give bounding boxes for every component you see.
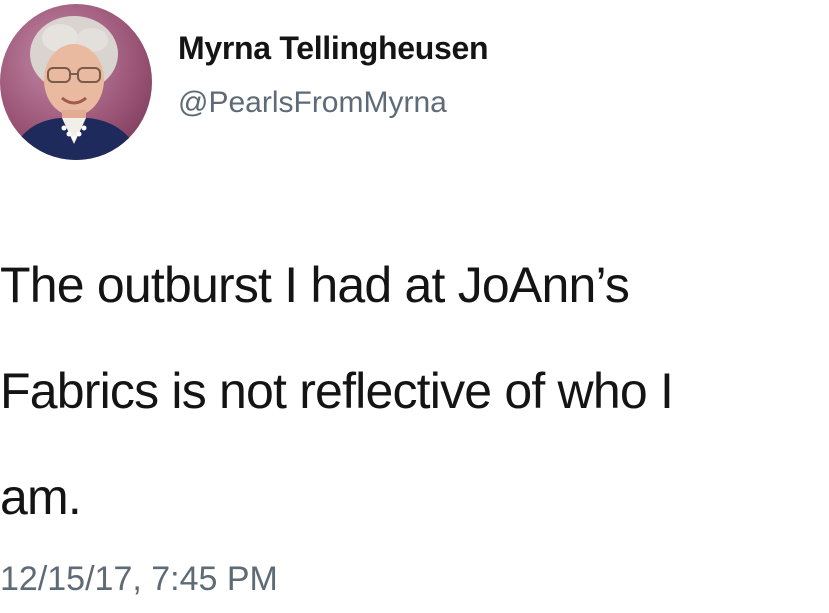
avatar[interactable]: [0, 4, 152, 160]
display-name[interactable]: Myrna Tellingheusen: [178, 30, 489, 67]
tweet-text-line: Fabrics is not reflective of who I: [0, 363, 674, 419]
tweet-text-line: The outburst I had at JoAnn’s: [0, 257, 630, 313]
tweet-card: Myrna Tellingheusen @PearlsFromMyrna The…: [0, 0, 829, 613]
tweet-timestamp[interactable]: 12/15/17, 7:45 PM: [0, 560, 278, 599]
tweet-text: The outburst I had at JoAnn’s Fabrics is…: [0, 232, 829, 550]
avatar-photo-icon: [10, 16, 142, 160]
tweet-text-line: am.: [0, 469, 82, 525]
user-handle[interactable]: @PearlsFromMyrna: [178, 86, 447, 120]
